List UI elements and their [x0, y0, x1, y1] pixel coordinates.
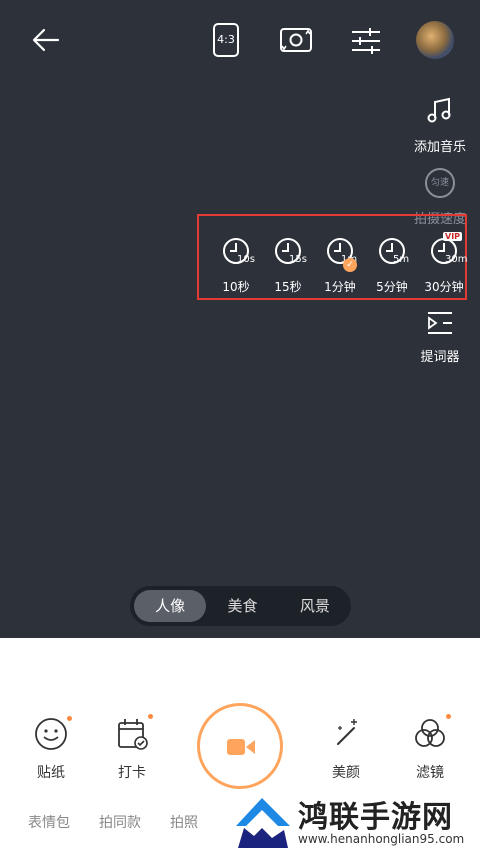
duration-label: 30分钟	[424, 280, 464, 294]
watermark: 鸿联手游网 www.henanhonglian95.com	[228, 790, 480, 853]
duration-option-5m[interactable]: 5m 5分钟	[367, 236, 417, 295]
aspect-ratio-button[interactable]: 4:3	[213, 23, 239, 57]
flip-camera-icon[interactable]	[278, 24, 314, 56]
add-music-button[interactable]: 添加音乐	[410, 96, 470, 155]
selected-check-icon: ✓	[343, 258, 357, 272]
notification-dot	[148, 714, 153, 719]
checkin-button[interactable]: 打卡	[102, 714, 162, 782]
duration-option-1m[interactable]: 1m ✓ 1分钟	[315, 236, 365, 295]
watermark-logo	[236, 798, 290, 848]
duration-label: 15秒	[274, 280, 302, 294]
duration-option-30m[interactable]: 30m VIP 30分钟	[419, 232, 469, 295]
speed-gauge-icon: 匀速	[425, 168, 455, 198]
mode-landscape[interactable]: 风景	[279, 590, 351, 622]
sticker-button[interactable]: 贴纸	[21, 716, 81, 782]
duration-option-10s[interactable]: 10s 10秒	[211, 236, 261, 295]
add-music-label: 添加音乐	[413, 140, 466, 155]
duration-label: 5分钟	[376, 280, 408, 294]
duration-label: 1分钟	[324, 280, 356, 294]
mode-selector: 人像 美食 风景	[130, 586, 351, 626]
teleprompter-button[interactable]: 提词器	[410, 310, 470, 365]
mode-food[interactable]: 美食	[206, 590, 278, 622]
music-note-icon	[427, 97, 451, 123]
watermark-url: www.henanhonglian95.com	[298, 832, 465, 846]
teleprompter-icon	[428, 312, 452, 334]
notification-dot	[67, 716, 72, 721]
record-button[interactable]	[197, 703, 283, 789]
mode-portrait[interactable]: 人像	[134, 590, 207, 622]
tab-same-style[interactable]: 拍同款	[99, 812, 141, 832]
notification-dot	[446, 714, 451, 719]
beauty-label: 美颜	[332, 765, 360, 781]
back-arrow-icon[interactable]	[30, 26, 60, 54]
magic-wand-icon	[337, 719, 357, 745]
aspect-ratio-label: 4:3	[217, 33, 235, 46]
sticker-label: 贴纸	[37, 765, 65, 781]
filter-label: 滤镜	[416, 765, 444, 781]
beauty-button[interactable]: 美颜	[316, 716, 376, 782]
camera-viewfinder: 4:3 添加音乐 匀速 拍摄速度 提词器 人像 美食 风景	[0, 0, 480, 638]
tab-emoji-pack[interactable]: 表情包	[28, 812, 70, 832]
settings-sliders-icon[interactable]	[350, 26, 382, 56]
filter-button[interactable]: 滤镜	[400, 714, 460, 782]
teleprompter-label: 提词器	[420, 350, 460, 365]
duration-option-15s[interactable]: 15s 15秒	[263, 236, 313, 295]
filter-circles-icon	[415, 719, 445, 747]
avatar[interactable]	[416, 21, 454, 59]
watermark-title: 鸿联手游网	[298, 800, 453, 835]
video-camera-icon	[227, 739, 255, 755]
vip-badge: VIP	[443, 232, 463, 241]
duration-label: 10秒	[222, 280, 250, 294]
calendar-check-icon	[118, 719, 148, 750]
tab-photo[interactable]: 拍照	[170, 812, 198, 832]
checkin-label: 打卡	[118, 765, 146, 781]
duration-selector-highlight: 10s 10秒 15s 15秒 1m ✓ 1分钟 5m 5分钟 30m VIP …	[197, 214, 467, 300]
smiley-icon	[35, 718, 67, 750]
